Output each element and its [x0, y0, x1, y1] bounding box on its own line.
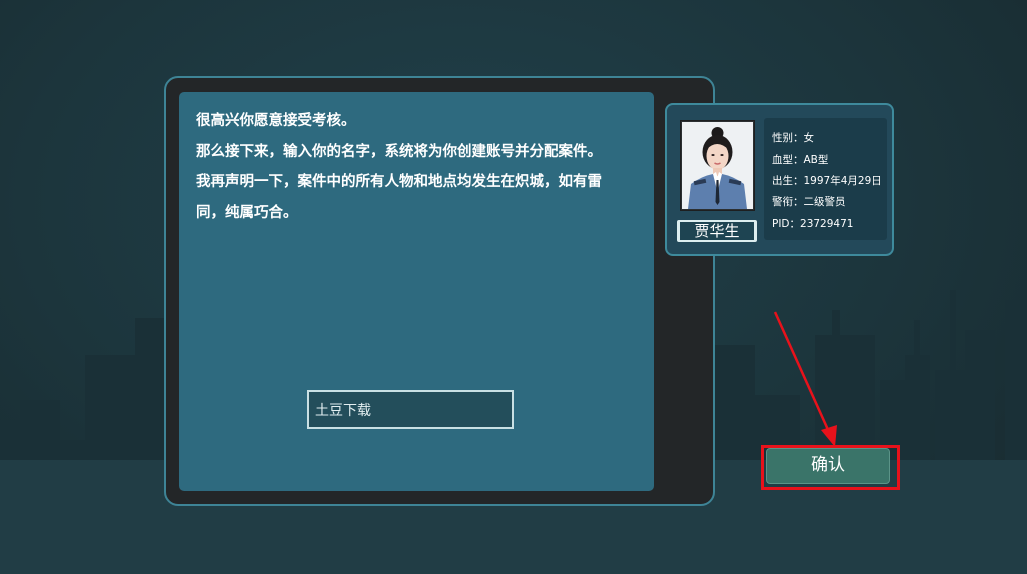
- rank-field: 警衔：二级警员: [772, 196, 846, 208]
- dialog-line: 我再声明一下，案件中的所有人物和地点均发生在炽城，如有雷: [196, 174, 602, 191]
- birth-date-field: 出生：1997年4月29日: [772, 175, 882, 187]
- dialog-line: 同，纯属巧合。: [196, 204, 298, 221]
- dialog-line: 很高兴你愿意接受考核。: [196, 113, 356, 129]
- game-screen: 很高兴你愿意接受考核。 那么接下来，输入你的名字，系统将为你创建账号并分配案件。…: [0, 0, 1027, 574]
- gender-field: 性别：女: [772, 132, 814, 144]
- police-officer-photo-icon: [682, 122, 753, 209]
- dialog-text: 很高兴你愿意接受考核。 那么接下来，输入你的名字，系统将为你创建账号并分配案件。…: [196, 106, 641, 228]
- dialog-line: 那么接下来，输入你的名字，系统将为你创建账号并分配案件。: [196, 143, 602, 160]
- confirm-button[interactable]: 确认: [766, 448, 890, 484]
- officer-name: 贾华生: [694, 222, 740, 240]
- name-input[interactable]: [307, 390, 514, 429]
- pid-field: PID：23729471: [772, 218, 854, 230]
- blood-type-field: 血型：AB型: [772, 154, 829, 166]
